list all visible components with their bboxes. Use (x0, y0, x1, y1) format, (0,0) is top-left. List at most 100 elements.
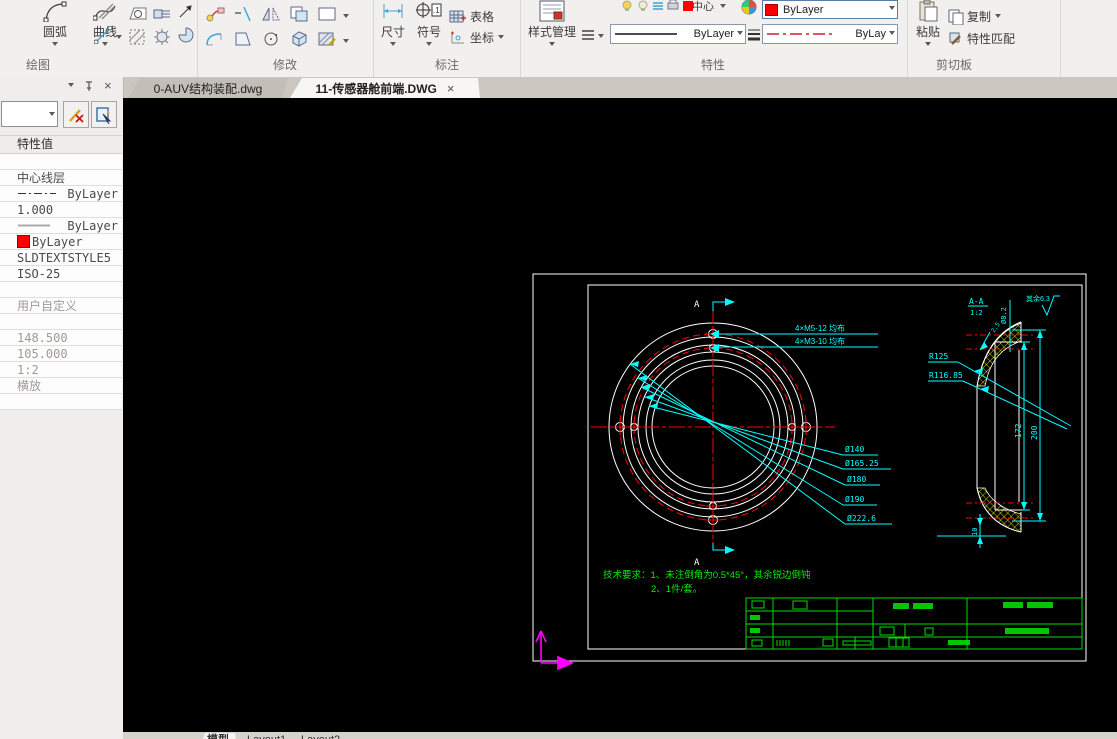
group-label-annotate: 标注 (434, 58, 459, 72)
svg-text:Ø140: Ø140 (845, 444, 864, 454)
chevron-down-icon (49, 111, 55, 119)
match-properties-button[interactable]: 特性匹配 (948, 30, 1015, 47)
paste-label: 粘贴 (915, 25, 940, 39)
property-row-ratio[interactable]: 1:2 (0, 362, 122, 378)
property-row[interactable] (0, 314, 122, 330)
svg-text:Ø180: Ø180 (847, 474, 866, 484)
arc-button[interactable]: 圆弧 (32, 0, 78, 49)
svg-text:技术要求：1、未注倒角为0.5*45°，其余锐边倒钝: 技术要求：1、未注倒角为0.5*45°，其余锐边倒钝 (603, 569, 811, 581)
rectangle-tool-icon[interactable] (317, 5, 337, 23)
dimension-button[interactable]: 尺寸 (375, 0, 411, 49)
close-icon[interactable]: × (447, 81, 455, 96)
offset-icon[interactable] (233, 5, 253, 23)
style-manager-button[interactable]: 样式管理 (523, 0, 581, 49)
drawing-canvas[interactable]: A A 4×M5-12 均布 4×M3-10 均布 Ø140 Ø165.25 Ø… (123, 98, 1117, 732)
technical-requirements: 技术要求：1、未注倒角为0.5*45°，其余锐边倒钝 2、1件/套。 (603, 569, 811, 595)
arrow-tool-icon[interactable] (176, 2, 196, 20)
property-row[interactable] (0, 154, 122, 170)
property-row-lineweight[interactable]: ByLayer (0, 218, 122, 234)
coordinate-button[interactable]: 坐标 (449, 29, 505, 46)
stretch-icon[interactable] (205, 5, 225, 23)
svg-text:4×M3-10 均布: 4×M3-10 均布 (795, 336, 845, 346)
svg-text:Ø190: Ø190 (845, 494, 864, 504)
lineweight-combo-value: ByLay (855, 28, 886, 40)
property-row-layer[interactable]: 中心线层 (0, 170, 122, 186)
hatch-tool-icon[interactable] (128, 28, 148, 46)
coordinate-icon (449, 30, 467, 46)
property-row-height[interactable]: 105.000 (0, 346, 122, 362)
property-row-userdef[interactable]: 用户自定义 (0, 298, 122, 314)
layout-tab-layout2[interactable]: Layout2 (293, 733, 348, 739)
polyline-tool-icon[interactable] (93, 26, 113, 44)
paste-icon (917, 0, 939, 22)
ribbon-group-properties: 样式管理 中心 ByLayer ByLayer ByLay 特性 (520, 0, 908, 77)
close-icon[interactable]: × (104, 79, 112, 92)
table-button[interactable]: 表格 (449, 8, 494, 25)
doc-tab-auv-assembly[interactable]: 0-AUV结构装配.dwg (128, 78, 288, 98)
group-label-properties: 特性 (700, 58, 725, 72)
title-block (745, 597, 1083, 650)
mirror-icon[interactable] (261, 5, 281, 23)
layout-tab-layout1[interactable]: Layout1 (239, 733, 294, 739)
properties-panel: × 特性值 中心线层 ByLayer 1.000 ByLayer ByLayer… (0, 77, 124, 739)
paste-button[interactable]: 粘贴 (910, 0, 946, 49)
apply-select-button[interactable] (91, 101, 117, 128)
chevron-down-icon[interactable] (343, 39, 349, 46)
chevron-down-icon (498, 35, 505, 42)
svg-text:R116.85: R116.85 (929, 371, 963, 380)
scale-icon[interactable] (233, 30, 253, 48)
symbol-button[interactable]: .1 符号 (411, 0, 447, 49)
bolt-tool-icon[interactable] (152, 5, 172, 23)
property-row-dimstyle[interactable]: ISO-25 (0, 266, 122, 282)
region-tool-icon[interactable] (128, 5, 148, 23)
style-manager-icon (538, 0, 566, 22)
property-row[interactable] (0, 282, 122, 298)
chevron-down-icon[interactable] (343, 14, 349, 21)
style-manager-label: 样式管理 (527, 25, 576, 39)
linetype-combo[interactable]: ByLayer (610, 24, 746, 44)
property-row-linetype[interactable]: ByLayer (0, 186, 122, 202)
layout-tab-model[interactable]: 模型 (199, 733, 237, 739)
line-tool-icon[interactable] (96, 2, 116, 20)
lineweight-preview (18, 224, 50, 227)
color-wheel-icon[interactable] (739, 0, 759, 16)
linetype-combo-value: ByLayer (693, 28, 734, 40)
property-row-width[interactable]: 148.500 (0, 330, 122, 346)
lineweight-combo[interactable]: ByLay (762, 24, 898, 44)
layer-combo[interactable]: 中心 (692, 0, 726, 12)
chevron-down-icon (426, 42, 432, 49)
copy-label: 复制 (967, 10, 992, 24)
match-properties-icon (948, 31, 964, 47)
pin-icon[interactable] (84, 80, 94, 91)
property-row-color[interactable]: ByLayer (0, 234, 122, 250)
property-row-orientation[interactable]: 横放 (0, 378, 122, 394)
edit-cancel-button[interactable] (63, 101, 89, 128)
lineweight-icon[interactable] (744, 26, 764, 44)
doc-tab-sensor-cabin[interactable]: 11-传感器舱前端.DWG × (290, 78, 480, 98)
copy-object-icon[interactable] (289, 5, 309, 23)
pie-tool-icon[interactable] (176, 26, 196, 44)
fillet-icon[interactable] (205, 30, 225, 48)
svg-text:Ø8.2: Ø8.2 (1000, 307, 1008, 324)
chevron-down-icon (549, 42, 555, 49)
gear-icon[interactable] (152, 28, 172, 46)
chevron-down-icon[interactable] (116, 35, 122, 42)
chevron-down-icon[interactable] (68, 83, 74, 90)
rotate-icon[interactable] (261, 30, 281, 48)
chevron-down-icon[interactable] (598, 34, 604, 41)
3d-box-icon[interactable] (289, 30, 309, 48)
copy-button[interactable]: 复制 (948, 8, 1002, 25)
property-row[interactable] (0, 394, 122, 410)
color-bylayer-combo[interactable]: ByLayer (762, 0, 898, 19)
table-icon (449, 9, 467, 25)
chevron-down-icon (720, 3, 726, 11)
chevron-down-icon (52, 42, 58, 49)
property-row-scale[interactable]: 1.000 (0, 202, 122, 218)
property-row-textstyle[interactable]: SLDTEXTSTYLE5 (0, 250, 122, 266)
panel-filter-combo[interactable] (1, 101, 58, 127)
hatch-edit-icon[interactable] (317, 30, 337, 48)
linetype-list-icon[interactable] (578, 26, 598, 44)
ribbon-group-clipboard: 粘贴 复制 特性匹配 剪切板 (907, 0, 1061, 77)
chevron-down-icon (925, 42, 931, 49)
properties-grid: 特性值 中心线层 ByLayer 1.000 ByLayer ByLayer S… (0, 135, 122, 410)
